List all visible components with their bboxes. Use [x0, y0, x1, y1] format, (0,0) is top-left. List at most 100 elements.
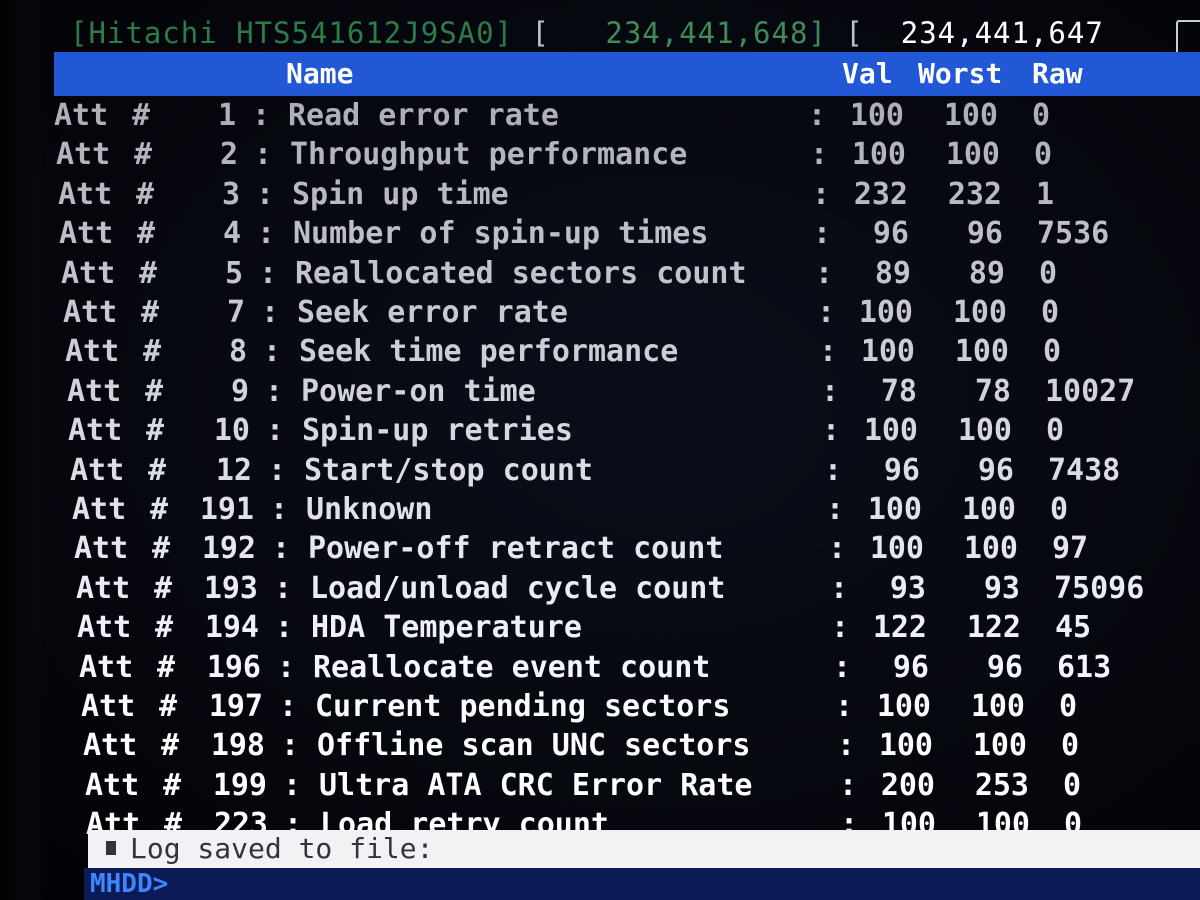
- max-lba-bracket: [: [845, 16, 864, 50]
- smart-attribute-row: Att #197: Current pending sectors:100 100 0: [81, 687, 1194, 727]
- attribute-label: Att: [58, 177, 113, 212]
- attribute-label: Att: [79, 650, 134, 685]
- attribute-name: Reallocate event count: [313, 650, 711, 685]
- smart-attribute-row: Att #194: HDA Temperature:122 122 45: [77, 608, 1194, 648]
- attribute-name: Ultra ATA CRC Error Rate: [319, 768, 753, 803]
- attribute-label: Att: [72, 492, 127, 527]
- attribute-raw: 10027: [1045, 374, 1136, 409]
- attribute-value: 232: [853, 177, 908, 212]
- attribute-id: 2: [219, 137, 238, 172]
- attribute-value: 96: [892, 650, 929, 685]
- attribute-id: 198: [210, 728, 265, 763]
- attribute-raw: 0: [1059, 689, 1078, 724]
- attribute-id: 194: [204, 610, 259, 645]
- mhdd-screen: [Hitachi HTS541612J9SA0] [ 234,441,648] …: [0, 0, 1200, 900]
- attribute-value: 100: [860, 334, 915, 369]
- attribute-id: 191: [199, 492, 254, 527]
- column-worst: Worst: [918, 57, 1003, 90]
- smart-attribute-row: Att #1: Read error rate:100 100 0: [54, 96, 1194, 136]
- attribute-separator: :: [266, 413, 285, 448]
- attribute-separator: :: [274, 571, 293, 606]
- attribute-worst: 100: [957, 413, 1012, 448]
- attribute-raw: 0: [1043, 334, 1062, 369]
- smart-attribute-row: Att #10: Spin-up retries:100 100 0: [68, 411, 1194, 451]
- attribute-raw: 0: [1061, 728, 1080, 763]
- value-separator: :: [839, 768, 858, 803]
- attribute-raw: 0: [1050, 492, 1069, 527]
- attribute-value: 100: [867, 492, 922, 527]
- attribute-separator: :: [268, 453, 287, 488]
- log-status-bar: Log saved to file:: [88, 830, 1200, 868]
- attribute-label: Att: [67, 374, 122, 409]
- attribute-id: 5: [224, 256, 243, 291]
- attribute-worst: 93: [983, 571, 1020, 606]
- lba-count: 234,441,648]: [605, 16, 827, 50]
- attribute-separator: :: [263, 334, 282, 369]
- command-prompt-bar[interactable]: MHDD>: [84, 868, 1200, 900]
- max-lba: 234,441,647: [900, 16, 1104, 50]
- attribute-worst: 96: [966, 216, 1003, 251]
- attribute-worst: 89: [968, 256, 1005, 291]
- attribute-separator: :: [281, 728, 300, 763]
- attribute-label: Att: [63, 295, 118, 330]
- attribute-worst: 100: [961, 492, 1016, 527]
- attribute-label: Att: [68, 413, 123, 448]
- smart-attribute-row: Att #3: Spin up time:232 232 1: [58, 175, 1194, 215]
- value-separator: :: [808, 98, 827, 133]
- value-separator: :: [833, 650, 852, 685]
- attribute-separator: :: [261, 295, 280, 330]
- attribute-id: 197: [208, 689, 263, 724]
- attribute-worst: 96: [986, 650, 1023, 685]
- attribute-name: HDA Temperature: [311, 610, 582, 645]
- drive-info-line: [Hitachi HTS541612J9SA0] [ 234,441,648] …: [70, 14, 1200, 52]
- attribute-name: Seek error rate: [297, 295, 568, 330]
- attribute-separator: :: [265, 374, 284, 409]
- attribute-label: Att: [54, 98, 109, 133]
- attribute-separator: :: [256, 177, 275, 212]
- attribute-worst: 100: [972, 728, 1027, 763]
- attribute-worst: 100: [954, 334, 1009, 369]
- smart-attribute-row: Att #8: Seek time performance:100 100 0: [65, 332, 1194, 372]
- attribute-separator: :: [252, 98, 271, 133]
- attribute-id: 10: [213, 413, 250, 448]
- log-message: Log saved to file:: [106, 830, 433, 868]
- attribute-raw: 0: [1041, 295, 1060, 330]
- attribute-raw: 0: [1034, 137, 1053, 172]
- command-prompt[interactable]: MHDD>: [90, 868, 168, 900]
- smart-attribute-row: Att #193: Load/unload cycle count:93 93 7509…: [76, 569, 1194, 609]
- attribute-name: Start/stop count: [304, 453, 593, 488]
- value-separator: :: [826, 492, 845, 527]
- attribute-label: Att: [83, 728, 138, 763]
- attribute-id: 193: [203, 571, 258, 606]
- attribute-raw: 0: [1032, 98, 1051, 133]
- attribute-name: Load/unload cycle count: [310, 571, 726, 606]
- attribute-worst: 96: [977, 453, 1014, 488]
- attribute-value: 93: [889, 571, 926, 606]
- attribute-name: Spin-up retries: [302, 413, 573, 448]
- attribute-value: 122: [872, 610, 927, 645]
- attribute-label: Att: [56, 137, 111, 172]
- smart-attribute-row: Att #2: Throughput performance:100 100 0: [56, 135, 1194, 175]
- log-message-text: Log saved to file:: [130, 832, 434, 865]
- attribute-value: 100: [876, 689, 931, 724]
- attribute-value: 100: [878, 728, 933, 763]
- attribute-id: 199: [212, 768, 267, 803]
- smart-attribute-row: Att #199: Ultra ATA CRC Error Rate:200 253 0: [85, 766, 1194, 806]
- attribute-label: Att: [65, 334, 120, 369]
- attribute-value: 100: [858, 295, 913, 330]
- attribute-raw: 45: [1055, 610, 1092, 645]
- smart-attribute-row: Att #191: Unknown:100 100 0: [72, 490, 1194, 530]
- value-separator: :: [812, 177, 831, 212]
- value-separator: :: [822, 413, 841, 448]
- attribute-name: Power-on time: [301, 374, 536, 409]
- column-name: Name: [286, 57, 354, 90]
- attribute-separator: :: [272, 531, 291, 566]
- attribute-worst: 100: [945, 137, 1000, 172]
- attribute-separator: :: [277, 650, 296, 685]
- log-bullet-icon: [106, 841, 116, 855]
- attribute-worst: 100: [963, 531, 1018, 566]
- attribute-label: Att: [59, 216, 114, 251]
- attribute-id: 8: [228, 334, 247, 369]
- value-separator: :: [810, 137, 829, 172]
- smart-table-header: Name Val Worst Raw: [54, 52, 1200, 96]
